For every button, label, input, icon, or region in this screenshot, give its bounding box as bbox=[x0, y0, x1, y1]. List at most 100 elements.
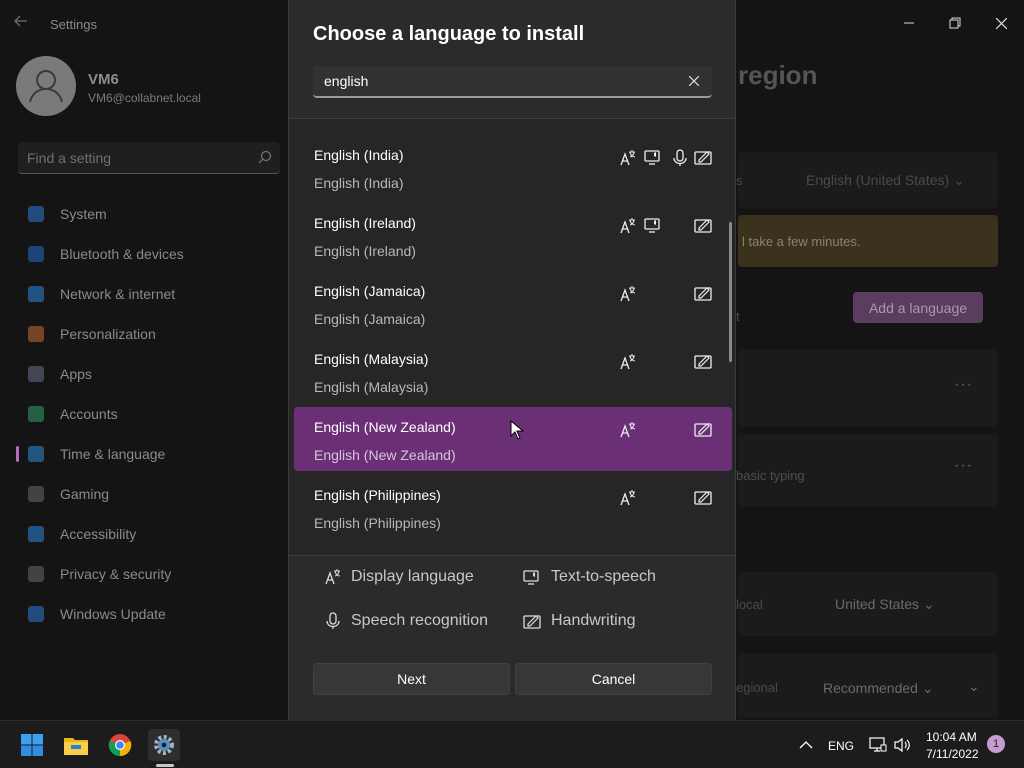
country-dropdown[interactable]: United States ⌄ bbox=[835, 596, 935, 613]
screen: Settings VM6 VM6@collabnet.local Find a … bbox=[0, 0, 1024, 768]
sidebar-item-apps[interactable]: Apps bbox=[18, 354, 280, 394]
expand-chevron-icon[interactable]: ⌄ bbox=[968, 678, 980, 695]
close-window-button[interactable] bbox=[986, 8, 1016, 38]
list-scrollbar[interactable] bbox=[729, 222, 732, 362]
language-native-name: English (New Zealand) bbox=[314, 447, 456, 463]
user-name: VM6 bbox=[88, 71, 119, 88]
language-list-item[interactable]: English (Jamaica) English (Jamaica) bbox=[294, 271, 732, 335]
apps-icon bbox=[28, 366, 44, 382]
language-name: English (Ireland) bbox=[314, 215, 416, 231]
display-lang-fragment: s bbox=[736, 173, 743, 188]
chrome-icon[interactable] bbox=[104, 729, 136, 761]
settings-gear-icon[interactable] bbox=[148, 729, 180, 761]
language-list-item[interactable] bbox=[294, 543, 732, 555]
display-language-icon bbox=[620, 217, 638, 235]
sidebar-item-accessibility[interactable]: Accessibility bbox=[18, 514, 280, 554]
sidebar-item-label: Accounts bbox=[60, 406, 118, 422]
add-language-button[interactable]: Add a language bbox=[853, 292, 983, 323]
monitor-icon bbox=[28, 206, 44, 222]
regional-label: egional bbox=[736, 680, 778, 695]
sidebar-item-label: Network & internet bbox=[60, 286, 176, 302]
language-native-name: English (India) bbox=[314, 175, 404, 191]
notification-badge[interactable]: 1 bbox=[987, 735, 1005, 753]
preferred-lang-fragment: t bbox=[736, 309, 740, 324]
sidebar-item-label: Windows Update bbox=[60, 606, 166, 622]
file-explorer-icon[interactable] bbox=[60, 729, 92, 761]
find-setting-search[interactable]: Find a setting bbox=[18, 142, 280, 174]
cancel-button[interactable]: Cancel bbox=[515, 663, 712, 695]
more-options-icon[interactable]: ··· bbox=[954, 457, 973, 475]
start-icon[interactable] bbox=[16, 729, 48, 761]
sidebar-item-gaming[interactable]: Gaming bbox=[18, 474, 280, 514]
volume-icon[interactable] bbox=[886, 729, 918, 761]
back-arrow-icon[interactable] bbox=[14, 14, 34, 34]
sidebar-item-personalization[interactable]: Personalization bbox=[18, 314, 280, 354]
display-language-dropdown[interactable]: English (United States) ⌄ bbox=[806, 172, 965, 189]
regional-format-dropdown[interactable]: Recommended ⌄ bbox=[823, 680, 934, 697]
sidebar-item-network-internet[interactable]: Network & internet bbox=[18, 274, 280, 314]
country-label: local bbox=[736, 597, 763, 612]
sidebar-item-label: Privacy & security bbox=[60, 566, 172, 582]
language-list-item[interactable]: English (Ireland) English (Ireland) bbox=[294, 203, 732, 267]
language-list-item[interactable]: English (India) English (India) bbox=[294, 135, 732, 199]
maximize-button[interactable] bbox=[940, 8, 970, 38]
language-name: English (India) bbox=[314, 147, 404, 163]
sidebar-item-accounts[interactable]: Accounts bbox=[18, 394, 280, 434]
language-native-name: English (Ireland) bbox=[314, 243, 416, 259]
minimize-button[interactable] bbox=[894, 8, 924, 38]
sidebar-item-time-language[interactable]: Time & language bbox=[16, 434, 280, 474]
search-placeholder: Find a setting bbox=[27, 150, 112, 166]
input-language-indicator[interactable]: ENG bbox=[828, 739, 854, 753]
legend-speech-recognition: Speech recognition bbox=[325, 612, 488, 630]
clock-date[interactable]: 7/11/2022 bbox=[926, 747, 979, 761]
active-app-indicator bbox=[156, 764, 174, 767]
next-button[interactable]: Next bbox=[313, 663, 510, 695]
language-name: English (Jamaica) bbox=[314, 283, 426, 299]
gamepad-icon bbox=[28, 486, 44, 502]
accessibility-icon bbox=[28, 526, 44, 542]
language-search-box[interactable] bbox=[313, 66, 712, 98]
update-icon bbox=[28, 606, 44, 622]
language-list-item[interactable]: English (Malaysia) English (Malaysia) bbox=[294, 339, 732, 403]
more-options-icon[interactable]: ··· bbox=[954, 376, 973, 394]
legend-display-language: Display language bbox=[325, 568, 474, 586]
choose-language-dialog: Choose a language to install English (In… bbox=[288, 0, 736, 720]
sidebar-item-privacy-security[interactable]: Privacy & security bbox=[18, 554, 280, 594]
person-icon bbox=[28, 406, 44, 422]
clear-search-button[interactable] bbox=[686, 73, 702, 89]
sidebar-item-label: Gaming bbox=[60, 486, 110, 502]
sidebar-item-bluetooth-devices[interactable]: Bluetooth & devices bbox=[18, 234, 280, 274]
user-email: VM6@collabnet.local bbox=[88, 91, 201, 105]
taskbar: ENG 10:04 AM 7/11/2022 bbox=[0, 720, 1024, 768]
language-search-input[interactable] bbox=[324, 73, 664, 89]
sidebar-nav: System Bluetooth & devices Network & inter… bbox=[16, 194, 280, 634]
divider bbox=[289, 555, 735, 556]
handwriting-icon bbox=[694, 217, 712, 235]
avatar[interactable] bbox=[16, 56, 76, 116]
display-language-icon bbox=[620, 421, 638, 439]
language-list-item[interactable]: English (Philippines) English (Philippine… bbox=[294, 475, 732, 539]
language-list[interactable]: English (India) English (India) English (I… bbox=[289, 119, 735, 555]
sidebar-item-windows-update[interactable]: Windows Update bbox=[18, 594, 280, 634]
language-native-name: English (Jamaica) bbox=[314, 311, 426, 327]
mouse-cursor-icon bbox=[510, 419, 525, 445]
sidebar-item-label: System bbox=[60, 206, 107, 222]
app-title: Settings bbox=[50, 17, 97, 32]
text-to-speech-icon bbox=[523, 570, 539, 585]
chevron-up-icon[interactable] bbox=[790, 729, 822, 761]
handwriting-icon bbox=[694, 285, 712, 303]
handwriting-icon bbox=[694, 489, 712, 507]
microphone-icon bbox=[672, 149, 690, 167]
wifi-icon bbox=[28, 286, 44, 302]
globe-clock-icon bbox=[28, 446, 44, 462]
search-icon bbox=[258, 150, 272, 169]
legend-text-to-speech: Text-to-speech bbox=[523, 568, 656, 586]
clock-time[interactable]: 10:04 AM bbox=[926, 730, 977, 744]
warning-text: l take a few minutes. bbox=[742, 234, 861, 249]
handwriting-icon bbox=[694, 353, 712, 371]
sidebar-item-label: Bluetooth & devices bbox=[60, 246, 184, 262]
display-language-icon bbox=[620, 489, 638, 507]
sidebar-item-system[interactable]: System bbox=[18, 194, 280, 234]
display-language-icon bbox=[620, 149, 638, 167]
handwriting-icon bbox=[523, 615, 541, 629]
